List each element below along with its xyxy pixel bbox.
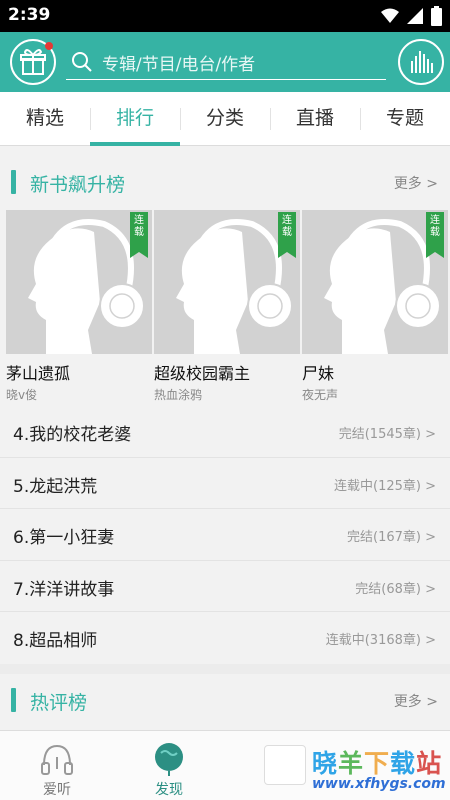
rank-status: 完结(1545章) > — [338, 427, 436, 442]
book-cards: 连载 茅山遗孤 晓v俊 连载 超级校园霸主 热血涂鸦 连载 尸妹 夜无声 — [0, 210, 450, 405]
book-title: 超级校园霸主 — [154, 364, 251, 383]
status-time: 2:39 — [8, 5, 51, 25]
rank-row[interactable]: 5.龙起洪荒 连载中(125章) > — [0, 458, 450, 509]
section-marker — [11, 688, 16, 712]
book-cover: 连载 — [6, 210, 152, 354]
section-divider — [0, 664, 450, 674]
rank-row[interactable]: 8.超品相师 连载中(3168章) > — [0, 612, 450, 664]
more-link[interactable]: 更多 > — [394, 173, 438, 193]
rank-row[interactable]: 7.洋洋讲故事 完结(68章) > — [0, 561, 450, 612]
tab-ranking[interactable]: 排行 — [90, 92, 180, 146]
rank-status: 连载中(3168章) > — [325, 633, 436, 648]
book-author: 热血涂鸦 — [154, 388, 203, 402]
search-icon — [72, 52, 92, 72]
nav-discover[interactable]: 发现 — [124, 731, 214, 800]
book-title: 茅山遗孤 — [6, 364, 71, 383]
top-bar: 专辑/节目/电台/作者 — [0, 32, 450, 92]
rank-status: 连载中(125章) > — [334, 478, 436, 494]
tab-featured[interactable]: 精选 — [0, 92, 90, 145]
watermark: 晓羊下载站 www.xfhygs.com — [310, 742, 450, 800]
tab-topics[interactable]: 专题 — [360, 92, 450, 145]
serializing-badge: 连载 — [130, 212, 148, 258]
serializing-badge: 连载 — [426, 212, 444, 258]
section-header-hot: 热评榜 更多 > — [0, 674, 450, 726]
rank-title: 4.我的校花老婆 — [13, 425, 132, 445]
book-cover: 连载 — [302, 210, 448, 354]
book-card[interactable]: 连载 尸妹 夜无声 — [302, 210, 448, 403]
search-input[interactable]: 专辑/节目/电台/作者 — [66, 46, 386, 80]
book-author: 晓v俊 — [6, 388, 38, 402]
tab-live[interactable]: 直播 — [270, 92, 360, 145]
rank-title: 6.第一小狂妻 — [13, 528, 115, 548]
book-card[interactable]: 连载 茅山遗孤 晓v俊 — [6, 210, 152, 403]
rank-list: 4.我的校花老婆 完结(1545章) > 5.龙起洪荒 连载中(125章) > … — [0, 406, 450, 664]
nav-listen[interactable]: 爱听 — [12, 731, 102, 800]
status-icons — [381, 6, 442, 26]
nav-label: 发现 — [155, 782, 183, 798]
rank-status: 完结(68章) > — [355, 581, 436, 597]
book-title: 尸妹 — [302, 364, 335, 383]
tab-category[interactable]: 分类 — [180, 92, 270, 145]
book-author: 夜无声 — [302, 388, 339, 402]
notification-dot — [45, 42, 53, 50]
headphones-icon — [41, 744, 73, 775]
nav-partial-icon — [264, 745, 306, 785]
rank-status: 完结(167章) > — [347, 530, 436, 545]
chart-button[interactable] — [398, 39, 444, 85]
search-placeholder: 专辑/节目/电台/作者 — [102, 55, 256, 75]
nav-label: 爱听 — [43, 782, 71, 798]
watermark-title: 晓羊下载站 — [312, 749, 443, 778]
gift-button[interactable] — [10, 39, 56, 85]
globe-icon — [155, 743, 183, 776]
battery-icon — [431, 6, 442, 26]
watermark-url: www.xfhygs.com — [312, 776, 446, 792]
section-title: 新书飙升榜 — [30, 174, 126, 196]
book-cover: 连载 — [154, 210, 300, 354]
rank-title: 8.超品相师 — [13, 631, 98, 651]
section-marker — [11, 170, 16, 194]
rank-title: 7.洋洋讲故事 — [13, 579, 115, 600]
rank-row[interactable]: 6.第一小狂妻 完结(167章) > — [0, 509, 450, 561]
status-bar: 2:39 — [0, 0, 450, 32]
section-header-new: 新书飙升榜 更多 > — [0, 156, 450, 208]
bar-chart-icon — [411, 51, 433, 73]
rank-row[interactable]: 4.我的校花老婆 完结(1545章) > — [0, 406, 450, 458]
serializing-badge: 连载 — [278, 212, 296, 258]
signal-icon — [407, 8, 423, 24]
tab-bar: 精选 排行 分类 直播 专题 — [0, 92, 450, 146]
more-link[interactable]: 更多 > — [394, 691, 438, 711]
section-title: 热评榜 — [30, 692, 88, 714]
rank-title: 5.龙起洪荒 — [13, 476, 98, 497]
book-card[interactable]: 连载 超级校园霸主 热血涂鸦 — [154, 210, 300, 403]
wifi-icon — [381, 8, 399, 23]
